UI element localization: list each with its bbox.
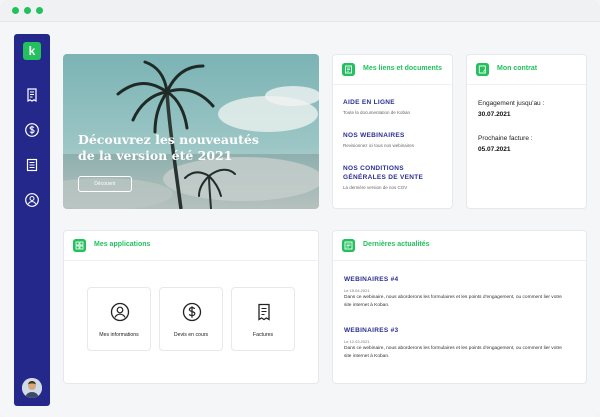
document-icon[interactable]	[24, 157, 40, 173]
contract-card-header: Mon contrat	[467, 55, 586, 85]
window-dot-close[interactable]	[12, 7, 19, 14]
hero-title: Découvrez les nouveautés de la version é…	[78, 132, 259, 163]
news-item-title[interactable]: WEBINAIRES #3	[344, 327, 398, 334]
news-item-date: Le 12.03.2021	[344, 339, 370, 344]
link-webinars-subtitle: Revisionnez ici tous nos webinaires	[343, 143, 415, 148]
receipt-icon[interactable]	[24, 87, 40, 103]
news-card-title: Dernières actualités	[363, 241, 430, 248]
app-tile-label: Devis en cours	[173, 332, 209, 338]
contract-card: Mon contrat Engagement jusqu'au : 30.07.…	[466, 54, 587, 209]
links-card-header: Mes liens et documents	[333, 55, 452, 85]
window-dot-minimize[interactable]	[24, 7, 31, 14]
news-card-header: Dernières actualités	[333, 231, 586, 261]
user-icon	[110, 302, 130, 322]
app-window: k Découvrez les nouveautés de la version…	[0, 0, 600, 417]
applications-card: Mes applications Mes informations Devis …	[63, 230, 319, 384]
sidebar: k	[14, 34, 50, 406]
discover-button[interactable]: Découvrir	[78, 176, 132, 192]
contract-card-title: Mon contrat	[497, 65, 538, 72]
link-online-help-subtitle: Toute la documentation de Koban	[343, 110, 411, 115]
news-icon	[342, 239, 355, 252]
links-card-title: Mes liens et documents	[363, 65, 442, 72]
link-terms-of-sale-subtitle: La dernière version de nos CGV	[343, 185, 408, 190]
user-icon[interactable]	[24, 192, 40, 208]
news-item-date: Le 15.04.2021	[344, 288, 370, 293]
hero-banner: Découvrez les nouveautés de la version é…	[63, 54, 319, 209]
engagement-value: 30.07.2021	[478, 111, 511, 118]
app-tile-my-info[interactable]: Mes informations	[87, 287, 151, 351]
window-titlebar	[0, 0, 600, 22]
app-tile-quotes[interactable]: Devis en cours	[159, 287, 223, 351]
app-tile-invoices[interactable]: Factures	[231, 287, 295, 351]
app-tile-label: Factures	[252, 332, 274, 338]
dollar-icon[interactable]	[24, 122, 40, 138]
news-card: Dernières actualités WEBINAIRES #4 Le 15…	[332, 230, 587, 384]
next-invoice-value: 05.07.2021	[478, 146, 511, 153]
link-webinars[interactable]: NOS WEBINAIRES	[343, 131, 405, 140]
next-invoice-label: Prochaine facture :	[478, 135, 533, 142]
links-card: Mes liens et documents AIDE EN LIGNE Tou…	[332, 54, 453, 209]
applications-card-title: Mes applications	[94, 241, 151, 248]
applications-card-header: Mes applications	[64, 231, 318, 261]
engagement-label: Engagement jusqu'au :	[478, 100, 545, 107]
app-logo[interactable]: k	[23, 42, 41, 60]
news-item-text: Dans ce webinaire, nous aborderons les f…	[344, 346, 562, 359]
apps-grid-icon	[73, 239, 86, 252]
link-online-help[interactable]: AIDE EN LIGNE	[343, 98, 395, 107]
window-dot-maximize[interactable]	[36, 7, 43, 14]
receipt-icon	[258, 303, 270, 321]
dashboard: k Découvrez les nouveautés de la version…	[0, 22, 600, 417]
app-tile-label: Mes informations	[99, 332, 139, 338]
news-item-title[interactable]: WEBINAIRES #4	[344, 276, 398, 283]
news-item-text: Dans ce webinaire, nous aborderons les f…	[344, 295, 562, 308]
link-terms-of-sale[interactable]: NOS CONDITIONS GÉNÉRALES DE VENTE	[343, 164, 443, 182]
avatar[interactable]	[22, 378, 42, 398]
document-icon	[342, 63, 355, 76]
contract-icon	[476, 63, 489, 76]
dollar-icon	[182, 302, 202, 322]
